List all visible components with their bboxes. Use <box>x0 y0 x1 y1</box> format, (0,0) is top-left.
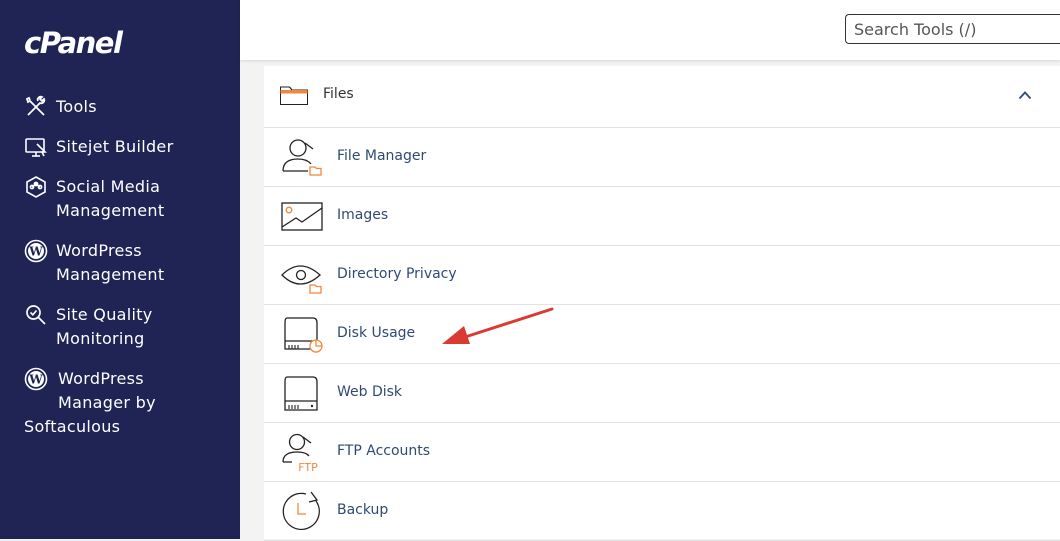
sidebar-item-wordpress-manager-softaculous[interactable]: W WordPress Manager by Softaculous <box>24 367 234 439</box>
web-disk-link[interactable]: Web Disk <box>337 384 402 400</box>
list-item-ftp-accounts[interactable]: FTP FTP Accounts <box>264 423 1060 482</box>
tools-icon <box>25 95 46 116</box>
social-media-icon <box>26 176 46 198</box>
list-item-file-manager[interactable]: File Manager <box>264 128 1060 187</box>
sidebar: cPanel Tools Sitejet Builder Social Medi… <box>0 0 240 539</box>
svg-text:W: W <box>28 245 43 259</box>
sidebar-item-label: Site Quality <box>56 305 153 324</box>
cpanel-logo[interactable]: cPanel <box>24 26 123 60</box>
sidebar-item-sitejet-builder[interactable]: Sitejet Builder <box>24 135 234 159</box>
sidebar-item-site-quality-monitoring[interactable]: Site Quality Monitoring <box>24 303 234 351</box>
list-item-backup[interactable]: Backup <box>264 482 1060 541</box>
sidebar-item-label: Monitoring <box>56 329 145 348</box>
list-item-disk-usage[interactable]: Disk Usage <box>264 305 1060 364</box>
wordpress-icon: W <box>24 367 48 391</box>
search-tools-input[interactable] <box>845 14 1060 44</box>
images-icon <box>281 202 323 231</box>
sidebar-item-label: Management <box>56 265 165 284</box>
ftp-accounts-link[interactable]: FTP Accounts <box>337 443 430 459</box>
wordpress-icon: W <box>24 239 48 263</box>
sidebar-item-label: WordPress <box>58 369 144 388</box>
panel-title: Files <box>323 86 354 102</box>
site-quality-icon <box>26 305 46 325</box>
web-disk-icon <box>284 376 318 411</box>
ftp-accounts-icon: FTP <box>282 433 318 472</box>
top-header <box>240 0 1060 60</box>
list-item-images[interactable]: Images <box>264 187 1060 246</box>
disk-usage-link[interactable]: Disk Usage <box>337 325 415 341</box>
backup-link[interactable]: Backup <box>337 502 388 518</box>
files-panel-header[interactable]: Files <box>264 66 1060 128</box>
sidebar-item-tools[interactable]: Tools <box>24 95 234 119</box>
backup-icon <box>282 491 320 530</box>
annotation-arrow <box>442 307 554 344</box>
sidebar-item-social-media[interactable]: Social Media Management <box>24 175 234 223</box>
sitejet-icon <box>25 138 47 157</box>
sidebar-item-label: Tools <box>56 97 97 116</box>
sidebar-item-label: Social Media <box>56 177 161 196</box>
file-manager-link[interactable]: File Manager <box>337 148 426 164</box>
directory-privacy-link[interactable]: Directory Privacy <box>337 266 457 282</box>
sidebar-item-label: Manager by <box>58 393 156 412</box>
disk-usage-icon <box>284 317 323 353</box>
images-link[interactable]: Images <box>337 207 388 223</box>
chevron-up-icon[interactable] <box>1018 90 1032 100</box>
folder-icon <box>280 86 308 105</box>
svg-text:W: W <box>28 373 43 387</box>
sidebar-item-label: Softaculous <box>24 417 121 436</box>
file-manager-icon <box>282 139 322 176</box>
directory-privacy-icon <box>281 265 322 294</box>
sidebar-item-label: Sitejet Builder <box>56 137 174 156</box>
list-item-directory-privacy[interactable]: Directory Privacy <box>264 246 1060 305</box>
list-item-web-disk[interactable]: Web Disk <box>264 364 1060 423</box>
svg-text:FTP: FTP <box>298 461 318 472</box>
sidebar-item-label: WordPress <box>56 241 142 260</box>
sidebar-item-wordpress-management[interactable]: W WordPress Management <box>24 239 234 287</box>
files-panel: Files File Manager Images Directory Priv… <box>264 66 1060 541</box>
sidebar-item-label: Management <box>56 201 165 220</box>
